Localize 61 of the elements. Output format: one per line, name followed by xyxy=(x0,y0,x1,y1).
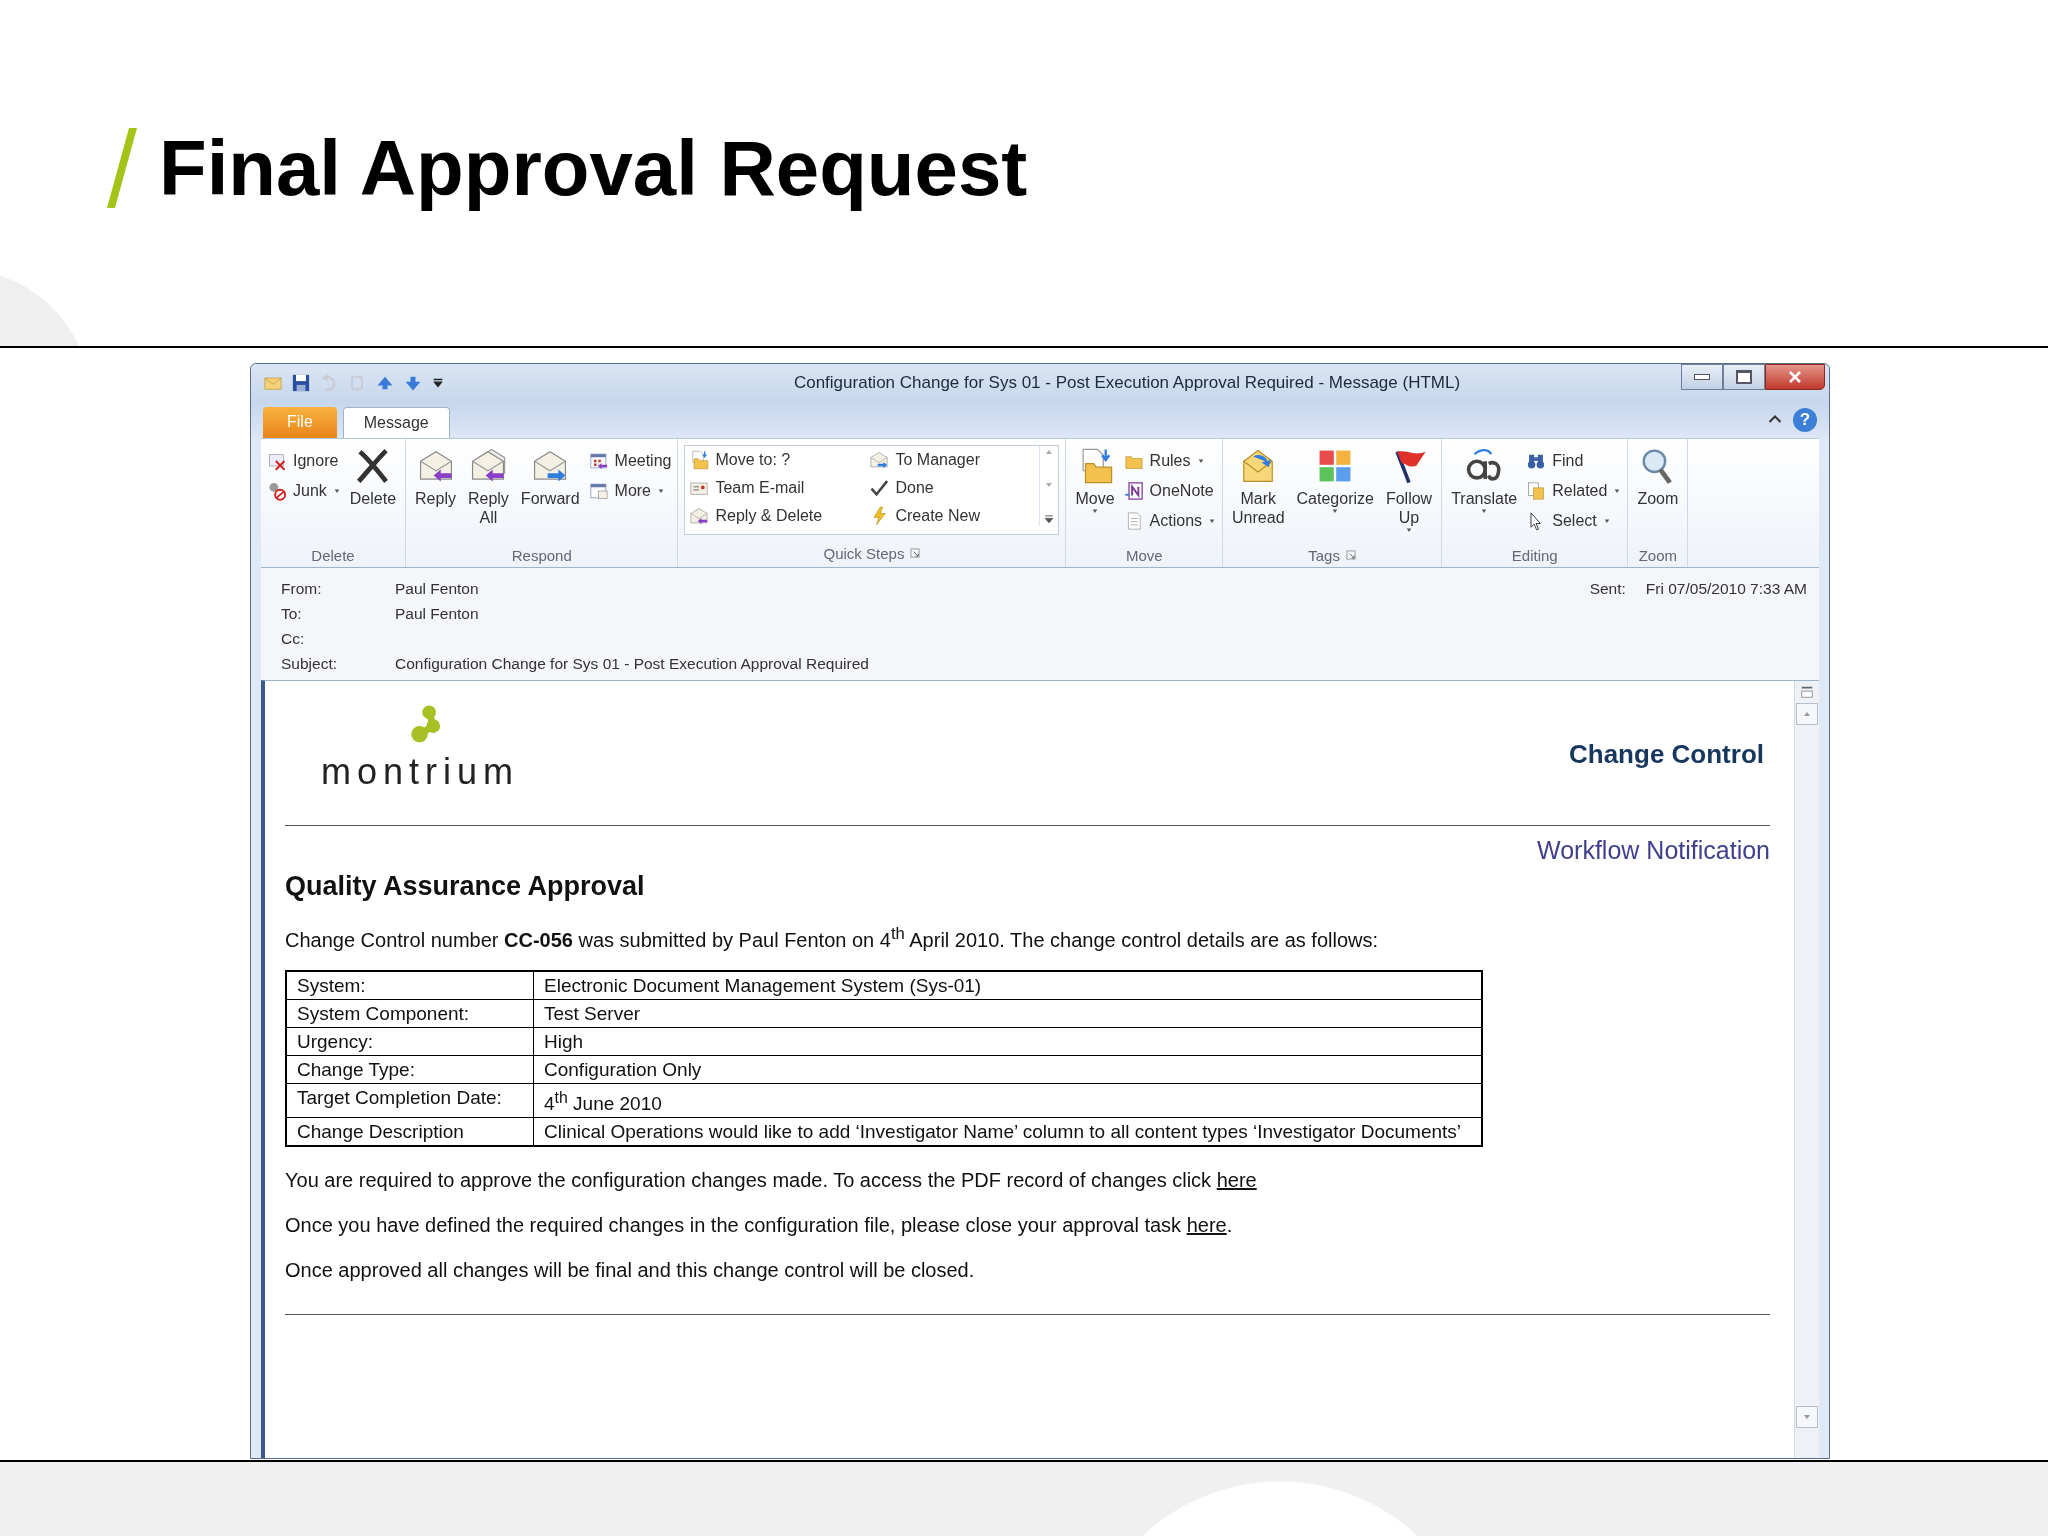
ribbon-button[interactable]: Reply All xyxy=(464,445,512,529)
group-label: Editing xyxy=(1511,546,1558,564)
section-heading: Quality Assurance Approval xyxy=(285,871,646,902)
ribbon-button[interactable]: To Manager xyxy=(869,448,1030,472)
table-cell: Change Type: xyxy=(286,1055,534,1084)
group-label: Move xyxy=(1125,546,1163,564)
ribbon-button[interactable]: Team E-mail xyxy=(689,476,850,500)
field-value: Paul Fenton xyxy=(395,580,479,599)
field-value: Configuration Change for Sys 01 - Post Execution Approval Required xyxy=(395,655,869,674)
ribbon-button[interactable]: Categorize xyxy=(1293,445,1377,516)
banner-title: Change Control xyxy=(1569,739,1764,770)
ribbon-button[interactable]: Zoom xyxy=(1634,445,1682,510)
table-cell: System Component: xyxy=(286,999,534,1028)
group-label: Quick Steps xyxy=(823,544,905,562)
field-label: To: xyxy=(281,605,303,624)
window-title: Configuration Change for Sys 01 - Post Execution Approval Required - Message (HTML) xyxy=(792,373,1462,393)
field-label: Cc: xyxy=(281,630,306,649)
ribbon-button[interactable]: Move xyxy=(1072,445,1118,516)
ribbon-button[interactable]: Mark Unread xyxy=(1229,445,1288,529)
paragraph: Once you have defined the required changes in the configuration file, please close your approval task here. xyxy=(285,1214,1234,1237)
group-label: Zoom xyxy=(1638,546,1678,564)
ribbon-button[interactable]: Related xyxy=(1526,479,1622,503)
group-label: Respond xyxy=(511,546,572,564)
ribbon-button[interactable]: Rules xyxy=(1123,449,1217,473)
table-cell: Urgency: xyxy=(286,1027,534,1056)
field-value: Fri 07/05/2010 7:33 AM xyxy=(1645,580,1807,597)
ribbon-button[interactable]: OneNote xyxy=(1123,479,1217,503)
ribbon-button[interactable]: Reply xyxy=(412,445,459,510)
field-label: From: xyxy=(281,580,323,599)
ribbon-button[interactable]: Done xyxy=(869,476,1030,500)
group-label: Tags xyxy=(1308,546,1340,564)
ribbon-button[interactable]: Reply & Delete xyxy=(689,504,850,528)
ribbon-button[interactable]: Move to: ? xyxy=(689,448,850,472)
ribbon-button[interactable]: Junk xyxy=(267,479,341,503)
table-cell: Target Completion Date: xyxy=(286,1083,534,1118)
paragraph: You are required to approve the configuration changes made. To access the PDF record of changes click here xyxy=(285,1169,1258,1192)
ribbon-button[interactable]: Translate xyxy=(1448,445,1521,516)
paragraph: Once approved all changes will be final and this change control will be closed. xyxy=(285,1259,976,1282)
ribbon-button[interactable]: Forward xyxy=(517,445,583,510)
help-button[interactable]: ? xyxy=(1793,408,1817,432)
field-label: Sent: xyxy=(1589,580,1626,597)
ribbon-button[interactable]: Find xyxy=(1526,449,1622,473)
ribbon-button[interactable]: Follow Up xyxy=(1382,445,1436,535)
ribbon-button[interactable]: Select xyxy=(1526,509,1622,533)
ribbon-button[interactable]: Delete xyxy=(346,445,400,510)
slide-title: Final Approval Request xyxy=(159,122,1028,214)
banner-subtitle: Workflow Notification xyxy=(1536,836,1770,865)
ribbon-button[interactable]: Meeting xyxy=(588,449,672,473)
ribbon-tab[interactable]: Message xyxy=(342,407,450,438)
ribbon-button[interactable]: Ignore xyxy=(267,449,341,473)
brand-name: montrium xyxy=(321,751,519,793)
ribbon-button[interactable]: More xyxy=(588,479,672,503)
table-cell: System: xyxy=(286,970,534,1000)
intro-paragraph: Change Control number CC-056 was submitted by Paul Fenton on 4$^{th}$ April 2010. The change control details are as follows: xyxy=(285,924,1380,952)
group-label: Delete xyxy=(311,546,355,564)
field-label: Subject: xyxy=(281,655,338,674)
ribbon-button[interactable]: Actions xyxy=(1123,509,1217,533)
field-value: Paul Fenton xyxy=(395,605,479,624)
here-link[interactable]: here xyxy=(1186,1214,1227,1236)
here-link[interactable]: here xyxy=(1216,1169,1257,1191)
ribbon-button[interactable]: Create New xyxy=(869,504,1030,528)
